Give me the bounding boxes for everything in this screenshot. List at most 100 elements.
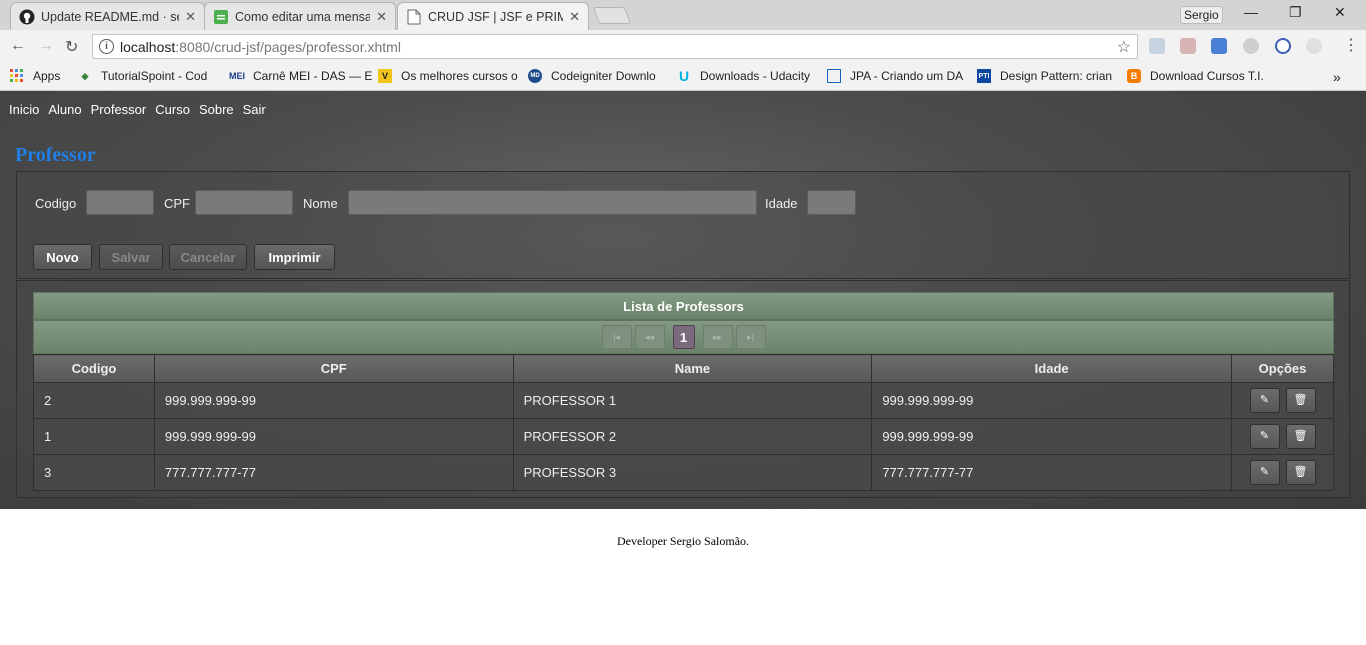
info-icon[interactable]: i	[99, 39, 114, 54]
first-page-icon[interactable]: |◂	[601, 325, 632, 349]
bookmark-cursos[interactable]: V Os melhores cursos o	[378, 69, 518, 83]
extension-icon[interactable]	[1306, 38, 1322, 54]
bookmarks-bar: Apps ◈ TutorialSpoint - Cod MEI Carnê MEI …	[0, 63, 1366, 91]
play-extension-icon[interactable]	[1275, 38, 1291, 54]
bookmark-download-cursos[interactable]: B Download Cursos T.I.	[1127, 69, 1264, 83]
cell-idade: 777.777.777-77	[871, 454, 1233, 491]
bookmark-label: Design Pattern: crian	[1000, 69, 1113, 83]
next-page-icon[interactable]: ▸▸	[702, 325, 733, 349]
codigo-label: Codigo	[35, 196, 77, 211]
close-tab-icon[interactable]: ✕	[185, 9, 196, 25]
menu-inicio[interactable]: Inicio	[9, 102, 39, 117]
bookmark-codeigniter[interactable]: MD Codeigniter Downlo	[528, 69, 656, 83]
prev-page-icon[interactable]: ◂◂	[634, 325, 665, 349]
page-number-current[interactable]: 1	[672, 325, 695, 349]
restore-icon[interactable]: ❐	[1289, 4, 1302, 21]
bookmark-udacity[interactable]: U Downloads - Udacity	[677, 68, 810, 84]
bookmark-mei[interactable]: MEI Carnê MEI - DAS — E	[227, 69, 372, 83]
github-icon	[19, 9, 35, 25]
menu-kebab-icon[interactable]: ⋮	[1343, 35, 1359, 55]
tab-title: Como editar uma mensag	[235, 9, 371, 24]
forward-icon[interactable]: →	[38, 37, 54, 55]
last-page-icon[interactable]: ▸|	[735, 325, 766, 349]
bookmark-label: Apps	[33, 69, 61, 83]
cpf-label: CPF	[164, 196, 190, 211]
col-name[interactable]: Name	[512, 354, 873, 383]
cell-cpf: 999.999.999-99	[153, 382, 514, 419]
bookmark-label: JPA - Criando um DA	[850, 69, 964, 83]
cpf-input[interactable]	[195, 190, 293, 215]
cancelar-button[interactable]: Cancelar	[169, 244, 247, 270]
navigation-bar: ← → ↻ i localhost:8080/crud-jsf/pages/pr…	[0, 30, 1366, 63]
col-idade[interactable]: Idade	[871, 354, 1233, 383]
tab-strip: Update README.md · ser ✕ Como editar uma…	[0, 0, 1366, 30]
cell-name: PROFESSOR 2	[512, 418, 873, 455]
table-row: 2 999.999.999-99 PROFESSOR 1 999.999.999…	[33, 382, 1334, 419]
idade-input[interactable]	[807, 190, 856, 215]
menu-aluno[interactable]: Aluno	[48, 102, 81, 117]
professors-table: Codigo CPF Name Idade Opções 2 999.999.9…	[33, 354, 1334, 491]
menu-curso[interactable]: Curso	[155, 102, 190, 117]
close-tab-icon[interactable]: ✕	[376, 9, 387, 25]
profile-button[interactable]: Sergio	[1180, 6, 1223, 24]
tab-crud-jsf[interactable]: CRUD JSF | JSF e PRIMEFA ✕	[397, 2, 589, 30]
menu-sobre[interactable]: Sobre	[199, 102, 234, 117]
dropbox-icon[interactable]	[1149, 38, 1165, 54]
page-title: Professor	[15, 144, 96, 166]
bookmark-label: TutorialSpoint - Cod	[101, 69, 208, 83]
codeigniter-icon: MD	[528, 69, 542, 83]
bookmark-star-icon[interactable]: ☆	[1117, 37, 1131, 57]
bookmark-design-pattern[interactable]: PTI Design Pattern: crian	[977, 69, 1112, 83]
edit-pencil-icon[interactable]: ✎	[1249, 424, 1280, 449]
jpa-icon	[827, 69, 841, 83]
edit-pencil-icon[interactable]: ✎	[1249, 388, 1280, 413]
bookmarks-overflow-button[interactable]: »	[1333, 69, 1341, 85]
mei-icon: MEI	[228, 71, 245, 81]
reload-icon[interactable]: ↻	[65, 37, 78, 57]
delete-trash-icon[interactable]: 🗑	[1285, 460, 1316, 485]
bookmark-jpa[interactable]: JPA - Criando um DA	[827, 69, 963, 83]
close-window-icon[interactable]: ✕	[1334, 4, 1346, 21]
bookmark-apps[interactable]: Apps	[10, 69, 60, 83]
pdf-extension-icon[interactable]	[1180, 38, 1196, 54]
delete-trash-icon[interactable]: 🗑	[1285, 424, 1316, 449]
apps-grid-icon	[10, 69, 24, 83]
table-row: 1 999.999.999-99 PROFESSOR 2 999.999.999…	[33, 418, 1334, 455]
new-tab-button[interactable]	[592, 7, 632, 24]
cell-options: ✎ 🗑	[1231, 382, 1334, 419]
translate-icon[interactable]	[1211, 38, 1227, 54]
col-cpf[interactable]: CPF	[153, 354, 514, 383]
address-bar[interactable]: i localhost:8080/crud-jsf/pages/professo…	[92, 34, 1138, 59]
imprimir-button[interactable]: Imprimir	[254, 244, 335, 270]
extension-icon[interactable]	[1243, 38, 1259, 54]
url-host: localhost	[120, 38, 176, 55]
nome-label: Nome	[303, 196, 338, 211]
novo-button[interactable]: Novo	[33, 244, 92, 270]
cell-codigo: 2	[33, 382, 155, 419]
cell-cpf: 777.777.777-77	[153, 454, 514, 491]
idade-label: Idade	[765, 196, 798, 211]
nome-input[interactable]	[348, 190, 757, 215]
codigo-input[interactable]	[86, 190, 154, 215]
cell-options: ✎ 🗑	[1231, 418, 1334, 455]
menu-professor[interactable]: Professor	[91, 102, 147, 117]
blogger-icon: B	[1127, 69, 1141, 83]
stackoverflow-icon	[213, 9, 229, 25]
col-codigo[interactable]: Codigo	[33, 354, 155, 383]
cell-name: PROFESSOR 3	[512, 454, 873, 491]
close-tab-icon[interactable]: ✕	[569, 9, 580, 25]
tab-stackoverflow[interactable]: Como editar uma mensag ✕	[204, 2, 396, 30]
cell-cpf: 999.999.999-99	[153, 418, 514, 455]
footer-text: Developer Sergio Salomão.	[616, 534, 750, 548]
bookmark-tutorialspoint[interactable]: ◈ TutorialSpoint - Cod	[78, 69, 208, 83]
back-icon[interactable]: ←	[10, 37, 26, 55]
minimize-icon[interactable]: —	[1244, 4, 1258, 20]
delete-trash-icon[interactable]: 🗑	[1285, 388, 1316, 413]
cell-codigo: 1	[33, 418, 155, 455]
edit-pencil-icon[interactable]: ✎	[1249, 460, 1280, 485]
menu-sair[interactable]: Sair	[243, 102, 266, 117]
salvar-button[interactable]: Salvar	[99, 244, 163, 270]
bookmark-label: Carnê MEI - DAS — E	[253, 69, 373, 83]
tab-title: Update README.md · ser	[41, 9, 180, 24]
tab-github[interactable]: Update README.md · ser ✕	[10, 2, 205, 30]
